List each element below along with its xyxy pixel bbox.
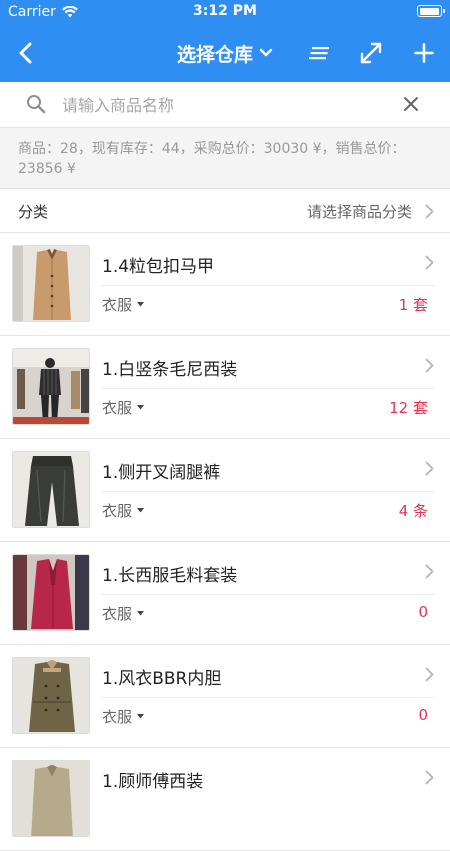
divider bbox=[102, 388, 434, 389]
list-item[interactable]: 1.4粒包扣马甲 衣服 1 套 bbox=[0, 233, 450, 336]
back-button[interactable] bbox=[10, 36, 40, 70]
chevron-right-icon bbox=[425, 461, 434, 476]
chevron-right-icon bbox=[425, 770, 434, 785]
caret-down-icon bbox=[137, 405, 145, 410]
stock-quantity: 12 套 bbox=[389, 399, 428, 417]
product-thumbnail bbox=[12, 657, 90, 734]
category-dropdown[interactable]: 衣服 bbox=[102, 706, 145, 727]
category-dropdown[interactable]: 衣服 bbox=[102, 500, 145, 521]
category-value: 请选择商品分类 bbox=[306, 203, 412, 221]
divider bbox=[102, 697, 434, 698]
divider bbox=[102, 491, 434, 492]
chevron-right-icon bbox=[425, 204, 434, 219]
close-icon[interactable] bbox=[402, 95, 420, 113]
chevron-right-icon bbox=[425, 564, 434, 579]
list-item[interactable]: 1.风衣BBR内胆 衣服 0 bbox=[0, 645, 450, 748]
product-name: 1.风衣BBR内胆 bbox=[102, 669, 222, 689]
stock-quantity: 4 条 bbox=[398, 502, 428, 520]
category-dropdown-label: 衣服 bbox=[102, 502, 133, 520]
chevron-right-icon bbox=[425, 358, 434, 373]
battery-icon bbox=[417, 5, 445, 17]
caret-down-icon bbox=[137, 508, 145, 513]
caret-down-icon bbox=[137, 714, 145, 719]
stock-quantity: 1 套 bbox=[398, 296, 428, 314]
status-bar: Carrier 3:12 PM bbox=[0, 0, 450, 24]
chevron-down-icon bbox=[259, 48, 273, 57]
product-thumbnail bbox=[12, 554, 90, 631]
stock-quantity: 0 bbox=[418, 706, 428, 724]
category-dropdown[interactable]: 衣服 bbox=[102, 397, 145, 418]
add-button[interactable] bbox=[409, 38, 439, 68]
product-name: 1.侧开叉阔腿裤 bbox=[102, 463, 221, 483]
plus-icon bbox=[414, 43, 434, 63]
product-list: 1.4粒包扣马甲 衣服 1 套 1.白竖条毛尼西装 衣服 12 套 1.侧开叉阔… bbox=[0, 233, 450, 851]
app-header: Carrier 3:12 PM 选择仓库 bbox=[0, 0, 450, 82]
list-item[interactable]: 1.侧开叉阔腿裤 衣服 4 条 bbox=[0, 439, 450, 542]
inventory-summary: 商品：28，现有库存：44，采购总价：30030 ¥，销售总价：23856 ¥ bbox=[0, 128, 450, 188]
category-dropdown[interactable]: 衣服 bbox=[102, 603, 145, 624]
status-time: 3:12 PM bbox=[193, 3, 257, 19]
page-title: 选择仓库 bbox=[176, 43, 253, 66]
category-filter-row[interactable]: 分类 请选择商品分类 bbox=[0, 188, 450, 233]
product-thumbnail bbox=[12, 245, 90, 322]
caret-down-icon bbox=[137, 302, 145, 307]
expand-button[interactable] bbox=[356, 38, 386, 68]
warehouse-selector[interactable]: 选择仓库 bbox=[120, 38, 330, 68]
category-dropdown-label: 衣服 bbox=[102, 605, 133, 623]
category-dropdown-label: 衣服 bbox=[102, 708, 133, 726]
product-name: 1.4粒包扣马甲 bbox=[102, 257, 215, 277]
sort-lines-icon bbox=[309, 47, 329, 60]
back-chevron-icon bbox=[19, 42, 32, 64]
search-input[interactable] bbox=[62, 91, 382, 119]
divider bbox=[102, 285, 434, 286]
product-thumbnail bbox=[12, 451, 90, 528]
product-name: 1.长西服毛料套装 bbox=[102, 566, 238, 586]
list-item[interactable]: 1.白竖条毛尼西装 衣服 12 套 bbox=[0, 336, 450, 439]
list-item[interactable]: 1.长西服毛料套装 衣服 0 bbox=[0, 542, 450, 645]
divider bbox=[102, 594, 434, 595]
category-dropdown-label: 衣服 bbox=[102, 399, 133, 417]
search-bar bbox=[0, 82, 450, 128]
stock-quantity: 0 bbox=[418, 603, 428, 621]
category-dropdown[interactable]: 衣服 bbox=[102, 294, 145, 315]
product-thumbnail bbox=[12, 760, 90, 837]
search-icon bbox=[27, 95, 46, 114]
navigation-bar: 选择仓库 bbox=[0, 24, 450, 82]
caret-down-icon bbox=[137, 611, 145, 616]
expand-arrows-icon bbox=[360, 42, 382, 64]
category-dropdown-label: 衣服 bbox=[102, 296, 133, 314]
category-label: 分类 bbox=[18, 203, 49, 221]
product-name: 1.顾师傅西装 bbox=[102, 772, 204, 792]
chevron-right-icon bbox=[425, 667, 434, 682]
sort-button[interactable] bbox=[305, 38, 335, 68]
product-name: 1.白竖条毛尼西装 bbox=[102, 360, 238, 380]
product-thumbnail bbox=[12, 348, 90, 425]
chevron-right-icon bbox=[425, 255, 434, 270]
